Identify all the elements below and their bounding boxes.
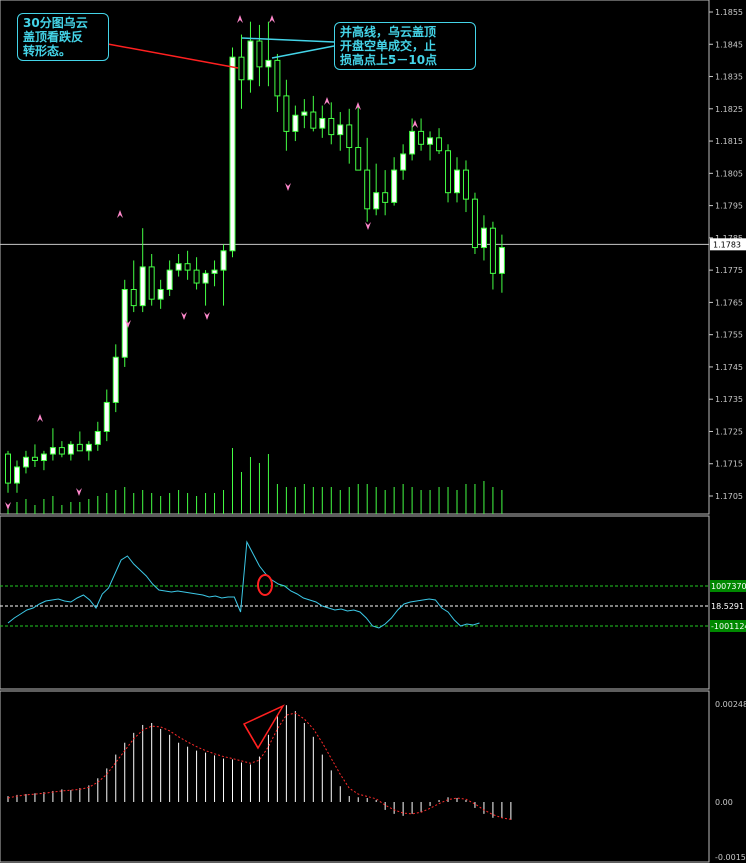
price-tick-label: 1.1755 [715, 331, 743, 340]
candle-body-down [31, 456, 38, 462]
candle-body-up [175, 263, 182, 271]
osc-panel-frame [0, 515, 710, 690]
fractal-up-marker [117, 210, 123, 218]
fractal-down-marker [285, 183, 291, 191]
candle-body-down [283, 95, 290, 132]
macd-tick-label: -0.00157 [715, 853, 746, 862]
price-tick-label: 1.1845 [715, 40, 743, 49]
candle-body-down [148, 266, 155, 300]
candle-body-down [5, 453, 11, 484]
candle-body-up [229, 56, 236, 252]
trading-chart: 1.1855 1.1845 1.1835 1.1825 1.1815 1.1805 1.17… [0, 0, 746, 863]
candle-body-up [301, 111, 308, 116]
osc-upper-label: 1007370 [711, 582, 746, 591]
candle-body-down [76, 443, 83, 452]
candle-body-up [391, 169, 398, 203]
candle-body-up [94, 430, 101, 445]
macd-tick-label: 0.00248 [715, 700, 746, 709]
candle-body-up [400, 153, 407, 171]
candle-body-down [238, 56, 245, 81]
candle-body-down [471, 198, 478, 249]
candle-body-down [256, 40, 263, 68]
price-tick-label: 1.1705 [715, 492, 743, 501]
price-tick-label: 1.1745 [715, 363, 743, 372]
left-annotation: 30分图乌云 盖顶看跌反 转形态。 [17, 13, 109, 61]
candle-body-up [292, 114, 299, 132]
osc-highlight-circle [257, 574, 273, 596]
price-tick-label: 1.1815 [715, 137, 743, 146]
candle-body-down [130, 288, 137, 307]
candle-body-down [418, 130, 425, 145]
fractal-down-marker [204, 312, 210, 320]
candle-body-down [355, 147, 362, 171]
candle-body-down [489, 227, 496, 274]
fractal-up-marker [412, 120, 418, 128]
candle-body-up [319, 117, 326, 129]
price-tick-label: 1.1735 [715, 395, 743, 404]
candle-body-down [310, 111, 317, 129]
candle-body-down [346, 124, 353, 149]
price-tick-label: 1.1725 [715, 427, 743, 436]
candle-body-up [13, 466, 20, 484]
fractal-up-marker [237, 15, 243, 23]
candle-body-down [328, 117, 335, 136]
candle-body-up [166, 269, 173, 290]
price-tick-label: 1.1805 [715, 169, 743, 178]
right-annotation: 并高线，乌云盖顶 开盘空单成交，止 损高点上5－10点 [334, 22, 476, 70]
candle-body-down [193, 269, 200, 284]
candle-body-up [67, 443, 74, 455]
candle-body-up [139, 266, 146, 307]
candle-body-up [103, 401, 110, 432]
price-tick-label: 1.1715 [715, 460, 743, 469]
left-annotation-pointer [96, 41, 239, 69]
candle-body-up [211, 269, 218, 274]
candle-body-up [265, 59, 272, 68]
current-price-label: 1.1783 [713, 240, 741, 249]
price-tick-label: 1.1835 [715, 73, 743, 82]
candle-body-down [364, 169, 371, 210]
candle-body-up [49, 447, 56, 455]
candle-body-up [247, 40, 254, 81]
fractal-up-marker [324, 97, 330, 105]
candle-body-up [498, 247, 505, 274]
price-tick-label: 1.1855 [715, 8, 743, 17]
candle-body-up [480, 227, 487, 249]
price-tick-label: 1.1775 [715, 266, 743, 275]
osc-lower-label: -1001124 [711, 622, 746, 631]
candle-body-up [427, 137, 434, 145]
candle-body-down [274, 59, 281, 97]
right-annotation-pointer [241, 37, 335, 43]
candle-body-up [157, 288, 164, 300]
osc-middle-label: 18.5291 [711, 602, 744, 611]
osc-line [7, 540, 480, 629]
fractal-up-marker [37, 414, 43, 422]
macd-tick-label: 0.00 [715, 798, 733, 807]
fractal-down-marker [76, 488, 82, 496]
price-tick-label: 1.1795 [715, 202, 743, 211]
candle-body-up [112, 356, 119, 403]
right-annotation-pointer [271, 45, 335, 59]
candle-body-up [40, 453, 47, 462]
candle-body-up [454, 169, 460, 194]
fractal-down-marker [365, 222, 371, 230]
candle-body-up [220, 250, 227, 271]
candle-body-up [373, 192, 380, 210]
candle-body-down [436, 137, 443, 152]
price-tick-label: 1.1765 [715, 298, 743, 307]
candle-body-down [382, 192, 389, 203]
macd-arrow-line [243, 723, 259, 749]
fractal-down-marker [181, 312, 187, 320]
candle-body-up [409, 130, 416, 155]
candle-body-up [337, 124, 344, 136]
candle-body-up [22, 456, 29, 468]
candle-body-down [445, 150, 452, 194]
candle-body-down [58, 447, 65, 455]
candle-body-up [202, 272, 209, 284]
candle-body-up [85, 443, 92, 452]
price-tick-label: 1.1825 [715, 105, 743, 114]
candle-body-down [184, 263, 191, 271]
fractal-down-marker [5, 502, 11, 510]
fractal-up-marker [269, 15, 275, 23]
candle-body-down [462, 169, 469, 200]
